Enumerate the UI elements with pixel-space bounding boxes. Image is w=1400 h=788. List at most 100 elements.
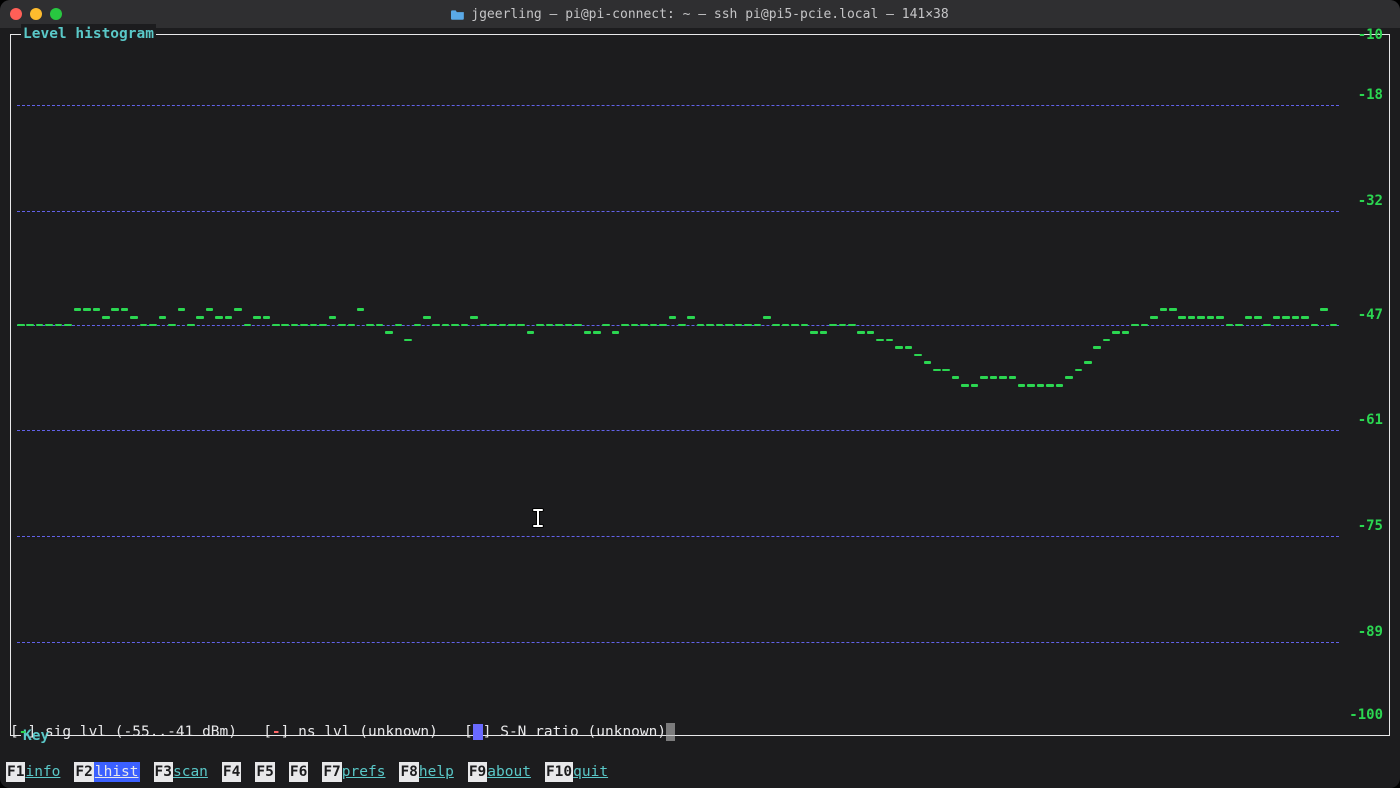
y-tick-label: -18	[1358, 85, 1383, 105]
signal-sample	[1197, 316, 1205, 319]
signal-sample	[64, 324, 72, 327]
minimize-icon[interactable]	[30, 8, 42, 20]
signal-sample	[527, 331, 535, 334]
signal-sample	[329, 316, 337, 319]
signal-sample	[584, 331, 592, 334]
signal-sample	[423, 316, 431, 319]
signal-sample	[744, 324, 752, 327]
signal-sample	[602, 324, 610, 327]
signal-sample	[933, 369, 941, 372]
signal-sample	[17, 324, 25, 327]
signal-sample	[36, 324, 44, 327]
fkey-f9[interactable]: F9about	[468, 762, 531, 782]
signal-sample	[1263, 324, 1271, 327]
signal-sample	[1311, 324, 1319, 327]
fkey-number: F9	[468, 762, 487, 782]
signal-sample	[1178, 316, 1186, 319]
signal-sample	[1254, 316, 1262, 319]
signal-sample	[348, 324, 356, 327]
signal-sample	[980, 376, 988, 379]
window-controls	[10, 8, 62, 20]
chart-panel: Level histogram Key -10-18-32-47-61-75-8…	[10, 34, 1390, 736]
fkey-f3[interactable]: F3scan	[154, 762, 208, 782]
signal-sample	[1216, 316, 1224, 319]
signal-sample	[168, 324, 176, 327]
signal-sample	[791, 324, 799, 327]
signal-sample	[1027, 384, 1035, 387]
signal-sample	[876, 339, 884, 342]
signal-sample	[385, 331, 393, 334]
signal-sample	[451, 324, 459, 327]
signal-sample	[1226, 324, 1234, 327]
signal-sample	[1160, 308, 1168, 311]
fkey-number: F6	[289, 762, 308, 782]
signal-sample	[914, 354, 922, 357]
signal-sample	[140, 324, 148, 327]
signal-sample	[593, 331, 601, 334]
signal-sample	[442, 324, 450, 327]
signal-sample	[810, 331, 818, 334]
sig-lvl-marker-icon: -	[19, 722, 28, 742]
signal-sample	[1075, 369, 1083, 372]
y-tick-label: -32	[1358, 191, 1383, 211]
signal-sample	[1301, 316, 1309, 319]
signal-sample	[725, 324, 733, 327]
close-icon[interactable]	[10, 8, 22, 20]
signal-sample	[1292, 316, 1300, 319]
signal-sample	[404, 339, 412, 342]
signal-sample	[517, 324, 525, 327]
signal-sample	[1009, 376, 1017, 379]
fkey-f4[interactable]: F4	[222, 762, 241, 782]
signal-sample	[1150, 316, 1158, 319]
signal-sample	[716, 324, 724, 327]
signal-sample	[1093, 346, 1101, 349]
terminal-window: jgeerling — pi@pi-connect: ~ — ssh pi@pi…	[0, 0, 1400, 788]
fkey-label: scan	[173, 762, 208, 782]
signal-sample	[432, 324, 440, 327]
sn-ratio-marker-icon	[473, 724, 483, 740]
signal-sample	[1018, 384, 1026, 387]
fkey-f5[interactable]: F5	[255, 762, 274, 782]
gridline	[17, 430, 1339, 431]
zoom-icon[interactable]	[50, 8, 62, 20]
signal-sample	[1245, 316, 1253, 319]
signal-sample	[905, 346, 913, 349]
window-titlebar: jgeerling — pi@pi-connect: ~ — ssh pi@pi…	[0, 0, 1400, 28]
signal-sample	[319, 324, 327, 327]
signal-sample	[990, 376, 998, 379]
signal-sample	[225, 316, 233, 319]
signal-sample	[366, 324, 374, 327]
signal-sample	[376, 324, 384, 327]
fkey-label: help	[419, 762, 454, 782]
terminal-viewport[interactable]: Level histogram Key -10-18-32-47-61-75-8…	[0, 28, 1400, 788]
signal-sample	[565, 324, 573, 327]
signal-sample	[281, 324, 289, 327]
signal-sample	[754, 324, 762, 327]
fkey-f10[interactable]: F10quit	[545, 762, 608, 782]
signal-sample	[291, 324, 299, 327]
signal-sample	[1112, 331, 1120, 334]
gridline	[17, 211, 1339, 212]
signal-sample	[820, 331, 828, 334]
fkey-label: about	[487, 762, 531, 782]
signal-sample	[215, 316, 223, 319]
gridline	[17, 536, 1339, 537]
window-title-text: jgeerling — pi@pi-connect: ~ — ssh pi@pi…	[471, 7, 948, 22]
signal-sample	[414, 324, 422, 327]
signal-sample	[536, 324, 544, 327]
signal-sample	[102, 316, 110, 319]
signal-sample	[253, 316, 261, 319]
signal-sample	[612, 331, 620, 334]
fkey-f7[interactable]: F7prefs	[322, 762, 385, 782]
signal-sample	[1273, 316, 1281, 319]
signal-sample	[461, 324, 469, 327]
ns-lvl-marker-icon: -	[272, 722, 281, 742]
fkey-f1[interactable]: F1info	[6, 762, 60, 782]
legend-ns-status: (unknown)	[359, 722, 438, 742]
fkey-f6[interactable]: F6	[289, 762, 308, 782]
fkey-f8[interactable]: F8help	[399, 762, 453, 782]
fkey-f2[interactable]: F2lhist	[74, 762, 139, 782]
signal-sample	[848, 324, 856, 327]
signal-sample	[1282, 316, 1290, 319]
signal-sample	[300, 324, 308, 327]
